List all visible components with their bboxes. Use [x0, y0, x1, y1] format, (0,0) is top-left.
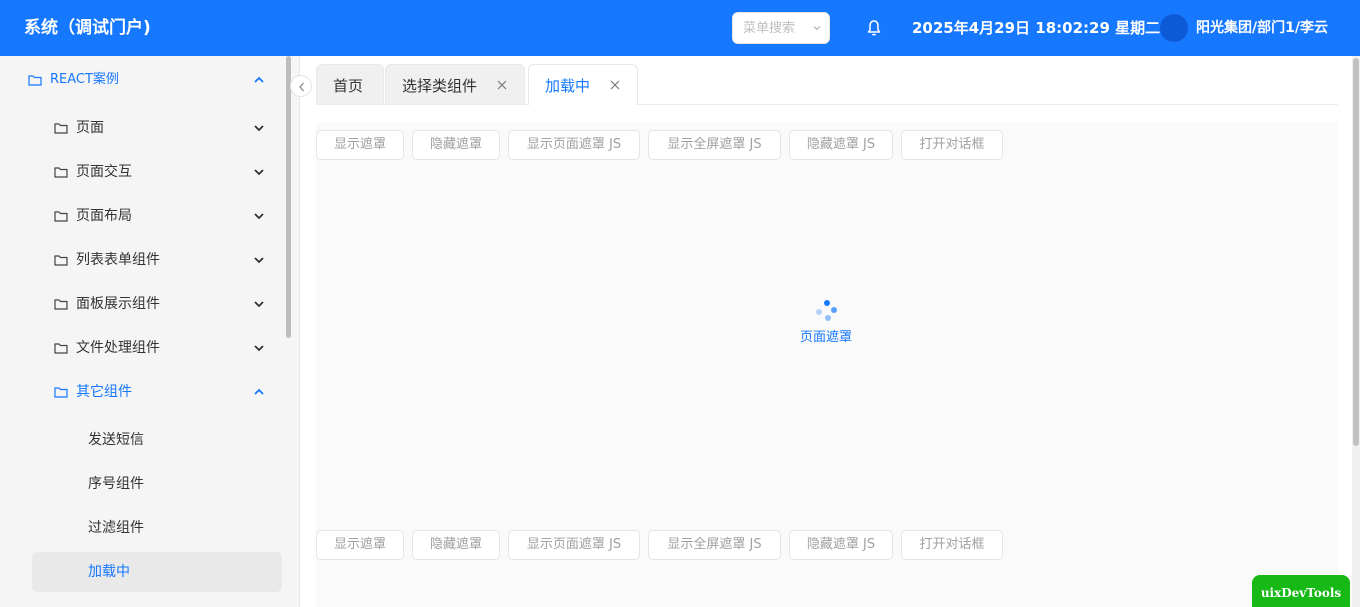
- sidebar-item-label: 发送短信: [88, 432, 144, 448]
- folder-icon: [54, 211, 68, 222]
- folder-icon: [54, 167, 68, 178]
- sidebar: REACT案例 页面 页面交互 页面布局 列表表单组件 面板展示组件 文件处理组…: [0, 56, 300, 607]
- folder-icon: [54, 387, 68, 398]
- chevron-down-icon[interactable]: [253, 255, 265, 265]
- sidebar-item-serial-number[interactable]: 序号组件: [0, 462, 286, 506]
- sidebar-item-label: 页面布局: [76, 208, 132, 224]
- menu-search-input[interactable]: [743, 13, 813, 43]
- tab-select-components[interactable]: 选择类组件: [385, 64, 525, 104]
- sidebar-item-label: 列表表单组件: [76, 252, 160, 268]
- chevron-up-icon[interactable]: [253, 387, 265, 397]
- hide-mask-button[interactable]: 隐藏遮罩: [412, 130, 500, 160]
- tab-home[interactable]: 首页: [316, 64, 384, 104]
- sidebar-item-send-sms[interactable]: 发送短信: [0, 418, 286, 462]
- chevron-left-icon: [299, 82, 304, 92]
- folder-icon: [54, 299, 68, 310]
- app-header: 系统（调试门户) 2025年4月29日 18:02:29 星期二 阳光集团/部门…: [0, 0, 1360, 56]
- dev-tools-button[interactable]: uixDevTools: [1252, 575, 1350, 607]
- sidebar-item-label: 页面: [76, 120, 104, 136]
- hide-mask-js-button[interactable]: 隐藏遮罩 JS: [789, 530, 893, 560]
- hide-mask-js-button[interactable]: 隐藏遮罩 JS: [789, 130, 893, 160]
- show-mask-button[interactable]: 显示遮罩: [316, 130, 404, 160]
- chevron-down-icon[interactable]: [253, 123, 265, 133]
- user-info[interactable]: 阳光集团/部门1/李云: [1196, 0, 1328, 56]
- open-dialog-button[interactable]: 打开对话框: [901, 130, 1003, 160]
- open-dialog-button[interactable]: 打开对话框: [901, 530, 1003, 560]
- sidebar-item-label: 过滤组件: [88, 520, 144, 536]
- content-area: 显示遮罩 隐藏遮罩 显示页面遮罩 JS 显示全屏遮罩 JS 隐藏遮罩 JS 打开…: [316, 122, 1338, 607]
- page-scrollbar[interactable]: [1352, 56, 1360, 607]
- folder-icon: [54, 123, 68, 134]
- tab-label: 加载中: [545, 77, 591, 95]
- menu-search[interactable]: [732, 12, 830, 44]
- hide-mask-button[interactable]: 隐藏遮罩: [412, 530, 500, 560]
- sidebar-item-other-components[interactable]: 其它组件: [0, 370, 286, 414]
- chevron-down-icon[interactable]: [253, 167, 265, 177]
- tab-loading[interactable]: 加载中: [528, 64, 638, 105]
- sidebar-item-page-layout[interactable]: 页面布局: [0, 194, 286, 238]
- folder-icon: [28, 75, 42, 86]
- show-page-mask-js-button[interactable]: 显示页面遮罩 JS: [508, 130, 640, 160]
- folder-icon: [54, 343, 68, 354]
- page-scrollbar-thumb[interactable]: [1353, 58, 1359, 446]
- chevron-down-icon[interactable]: [253, 299, 265, 309]
- app-title: 系统（调试门户): [24, 18, 151, 38]
- datetime: 2025年4月29日 18:02:29 星期二: [912, 19, 1161, 37]
- loading-spinner-icon: [816, 300, 837, 321]
- sidebar-item-page-interaction[interactable]: 页面交互: [0, 150, 286, 194]
- sidebar-item-label: 面板展示组件: [76, 296, 160, 312]
- tab-label: 选择类组件: [402, 77, 478, 95]
- show-mask-button[interactable]: 显示遮罩: [316, 530, 404, 560]
- sidebar-item-list-form[interactable]: 列表表单组件: [0, 238, 286, 282]
- avatar[interactable]: [1160, 14, 1188, 42]
- folder-icon: [54, 255, 68, 266]
- chevron-up-icon[interactable]: [253, 75, 265, 85]
- sidebar-item-label: REACT案例: [50, 72, 119, 87]
- sidebar-item-loading[interactable]: 加载中: [32, 552, 282, 592]
- tab-label: 首页: [333, 77, 364, 95]
- sidebar-item-react-cases[interactable]: REACT案例: [0, 58, 286, 102]
- chevron-down-icon[interactable]: [253, 211, 265, 221]
- sidebar-item-label: 序号组件: [88, 476, 144, 492]
- sidebar-item-page[interactable]: 页面: [0, 106, 286, 150]
- sidebar-scrollbar-thumb[interactable]: [286, 56, 291, 338]
- sidebar-item-file-processing[interactable]: 文件处理组件: [0, 326, 286, 370]
- sidebar-item-label: 文件处理组件: [76, 340, 160, 356]
- sidebar-item-panel-display[interactable]: 面板展示组件: [0, 282, 286, 326]
- sidebar-collapse-button[interactable]: [290, 75, 312, 97]
- chevron-down-icon[interactable]: [811, 22, 823, 34]
- show-fullscreen-mask-js-button[interactable]: 显示全屏遮罩 JS: [648, 130, 781, 160]
- tab-bar: 首页 选择类组件 加载中: [316, 64, 1338, 105]
- sidebar-item-filter[interactable]: 过滤组件: [0, 506, 286, 550]
- sidebar-item-label: 其它组件: [76, 384, 132, 400]
- show-page-mask-js-button[interactable]: 显示页面遮罩 JS: [508, 530, 640, 560]
- page-mask-text: 页面遮罩: [799, 330, 852, 345]
- sidebar-item-label: 加载中: [88, 564, 130, 580]
- close-icon[interactable]: [609, 79, 621, 91]
- close-icon[interactable]: [496, 79, 508, 91]
- sidebar-item-label: 页面交互: [76, 164, 132, 180]
- show-fullscreen-mask-js-button[interactable]: 显示全屏遮罩 JS: [648, 530, 781, 560]
- sidebar-scrollbar[interactable]: [286, 56, 292, 607]
- chevron-down-icon[interactable]: [253, 343, 265, 353]
- bell-icon[interactable]: [866, 19, 882, 37]
